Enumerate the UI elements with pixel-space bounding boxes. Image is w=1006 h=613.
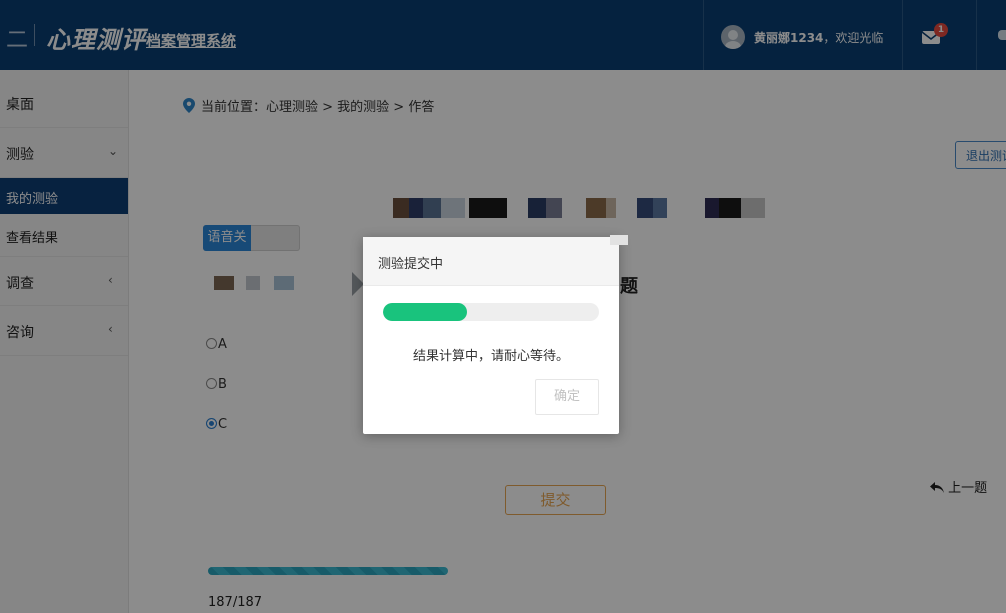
dialog-progress-fill — [383, 303, 468, 321]
ok-button[interactable]: 确定 — [535, 379, 599, 415]
dialog-title: 测验提交中 — [378, 257, 444, 272]
submit-dialog: 测验提交中 结果计算中，请耐心等待。 确定 — [363, 235, 628, 434]
dialog-message: 结果计算中，请耐心等待。 — [412, 349, 569, 364]
dialog-progress-bar — [383, 303, 599, 321]
dialog-header: 测验提交中 — [363, 237, 619, 286]
close-icon[interactable] — [610, 235, 628, 245]
